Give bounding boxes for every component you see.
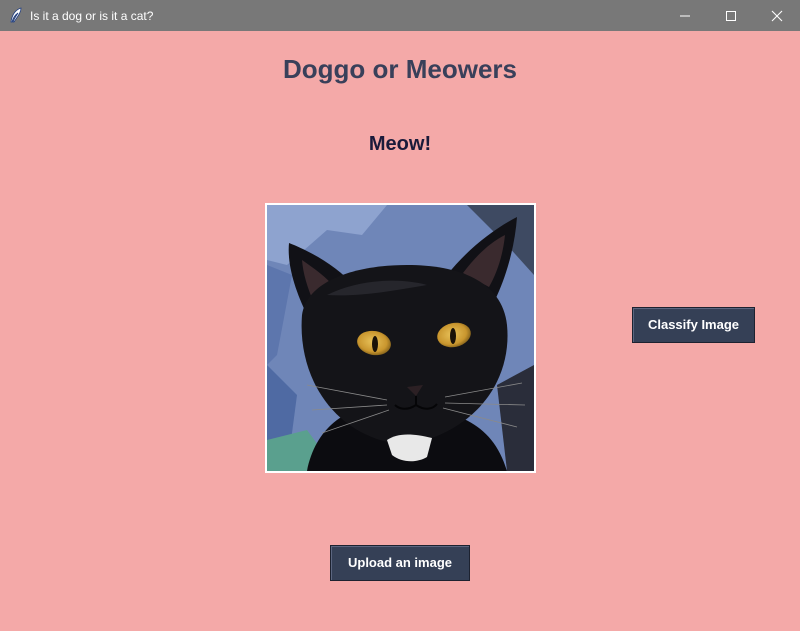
upload-image-button[interactable]: Upload an image bbox=[330, 545, 470, 581]
close-button[interactable] bbox=[754, 0, 800, 31]
uploaded-image bbox=[265, 203, 536, 473]
maximize-icon bbox=[726, 11, 736, 21]
minimize-button[interactable] bbox=[662, 0, 708, 31]
maximize-button[interactable] bbox=[708, 0, 754, 31]
minimize-icon bbox=[680, 15, 690, 17]
window-title: Is it a dog or is it a cat? bbox=[30, 9, 154, 23]
title-bar[interactable]: Is it a dog or is it a cat? bbox=[0, 0, 800, 31]
classify-image-button[interactable]: Classify Image bbox=[632, 307, 755, 343]
feather-icon bbox=[9, 7, 23, 23]
app-heading: Doggo or Meowers bbox=[282, 54, 517, 84]
close-icon bbox=[771, 10, 783, 22]
black-cat-photo bbox=[267, 205, 534, 471]
classification-result: Meow! bbox=[368, 133, 432, 155]
app-window: Is it a dog or is it a cat? Doggo or Meo… bbox=[0, 0, 800, 631]
